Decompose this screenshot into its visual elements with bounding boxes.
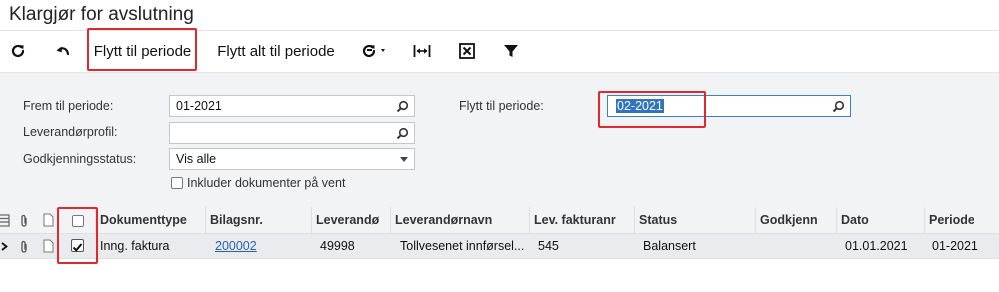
highlight-move-to-period bbox=[87, 28, 197, 71]
cell-ref-nbr-link[interactable]: 200002 bbox=[215, 234, 295, 259]
undo-button[interactable] bbox=[48, 31, 78, 71]
cell-vendor-invoice: 545 bbox=[538, 239, 559, 253]
vendor-profile-label: Leverandørprofil: bbox=[23, 125, 118, 139]
search-icon bbox=[832, 100, 845, 113]
search-icon bbox=[396, 127, 409, 140]
vendor-profile-field[interactable] bbox=[169, 122, 415, 144]
column-header[interactable]: Dokumenttype bbox=[95, 207, 205, 234]
toolbar: Flytt til periode Flytt alt til periode bbox=[0, 28, 999, 71]
note-icon bbox=[43, 213, 54, 227]
cell-vendor-name: Tollvesenet innførsel... bbox=[400, 239, 525, 253]
fit-columns-button[interactable] bbox=[409, 31, 435, 71]
cell-document-type: Inng. faktura bbox=[100, 239, 170, 253]
chevron-down-icon bbox=[400, 157, 408, 162]
cell-vendor: 49998 bbox=[320, 239, 355, 253]
refresh-options-icon bbox=[362, 44, 385, 58]
refresh-options-button[interactable] bbox=[357, 31, 393, 71]
excel-icon bbox=[459, 43, 475, 59]
cell-approval bbox=[760, 234, 830, 259]
approval-status-label: Godkjenningsstatus: bbox=[23, 152, 137, 166]
highlight-move-to-period-field bbox=[598, 91, 706, 128]
attachment-icon[interactable] bbox=[19, 240, 29, 254]
column-header[interactable]: Bilagsnr. bbox=[205, 207, 311, 234]
fit-columns-icon bbox=[413, 45, 431, 57]
approval-status-select[interactable]: Vis alle bbox=[169, 148, 415, 170]
grid-header: Dokumenttype Bilagsnr. Leverandø Leveran… bbox=[0, 207, 999, 234]
cell-date: 01.01.2021 bbox=[845, 239, 908, 253]
from-period-value: 01-2021 bbox=[176, 99, 222, 113]
include-on-hold-checkbox[interactable] bbox=[171, 177, 183, 189]
include-on-hold-label: Inkluder dokumenter på vent bbox=[187, 176, 346, 190]
filter-button[interactable] bbox=[500, 31, 522, 71]
column-header[interactable]: Status bbox=[634, 207, 755, 234]
attachment-icon bbox=[21, 214, 27, 227]
export-excel-button[interactable] bbox=[455, 31, 479, 71]
cell-period: 01-2021 bbox=[932, 239, 978, 253]
search-icon bbox=[396, 100, 409, 113]
move-all-to-period-button[interactable]: Flytt alt til periode bbox=[214, 31, 338, 71]
approval-status-value: Vis alle bbox=[176, 152, 217, 166]
column-header[interactable]: Godkjenn bbox=[755, 207, 836, 234]
column-header[interactable]: Leverandørnavn bbox=[390, 207, 529, 234]
from-period-field[interactable]: 01-2021 bbox=[169, 95, 415, 117]
page-title: Klargjør for avslutning bbox=[9, 4, 194, 25]
filter-panel: Frem til periode: 01-2021 Leverandørprof… bbox=[0, 72, 999, 207]
table-row[interactable]: Inng. faktura 200002 49998 Tollvesenet i… bbox=[0, 234, 999, 259]
highlight-select-column bbox=[57, 207, 98, 264]
cell-status: Balansert bbox=[643, 239, 696, 253]
undo-icon bbox=[56, 46, 70, 56]
from-period-label: Frem til periode: bbox=[23, 99, 114, 113]
column-header[interactable]: Lev. fakturanr bbox=[529, 207, 634, 234]
filter-icon bbox=[504, 45, 518, 57]
move-all-to-period-label: Flytt alt til periode bbox=[217, 42, 335, 60]
refresh-icon bbox=[11, 44, 25, 58]
column-header[interactable]: Dato bbox=[836, 207, 924, 234]
row-settings-icon[interactable] bbox=[0, 214, 10, 227]
column-header[interactable]: Leverandø bbox=[311, 207, 390, 234]
note-icon[interactable] bbox=[43, 239, 54, 253]
refresh-button[interactable] bbox=[4, 31, 32, 71]
row-pointer-icon bbox=[1, 242, 8, 251]
move-to-period-field-label: Flytt til periode: bbox=[459, 99, 544, 113]
column-header[interactable]: Periode bbox=[924, 207, 974, 234]
